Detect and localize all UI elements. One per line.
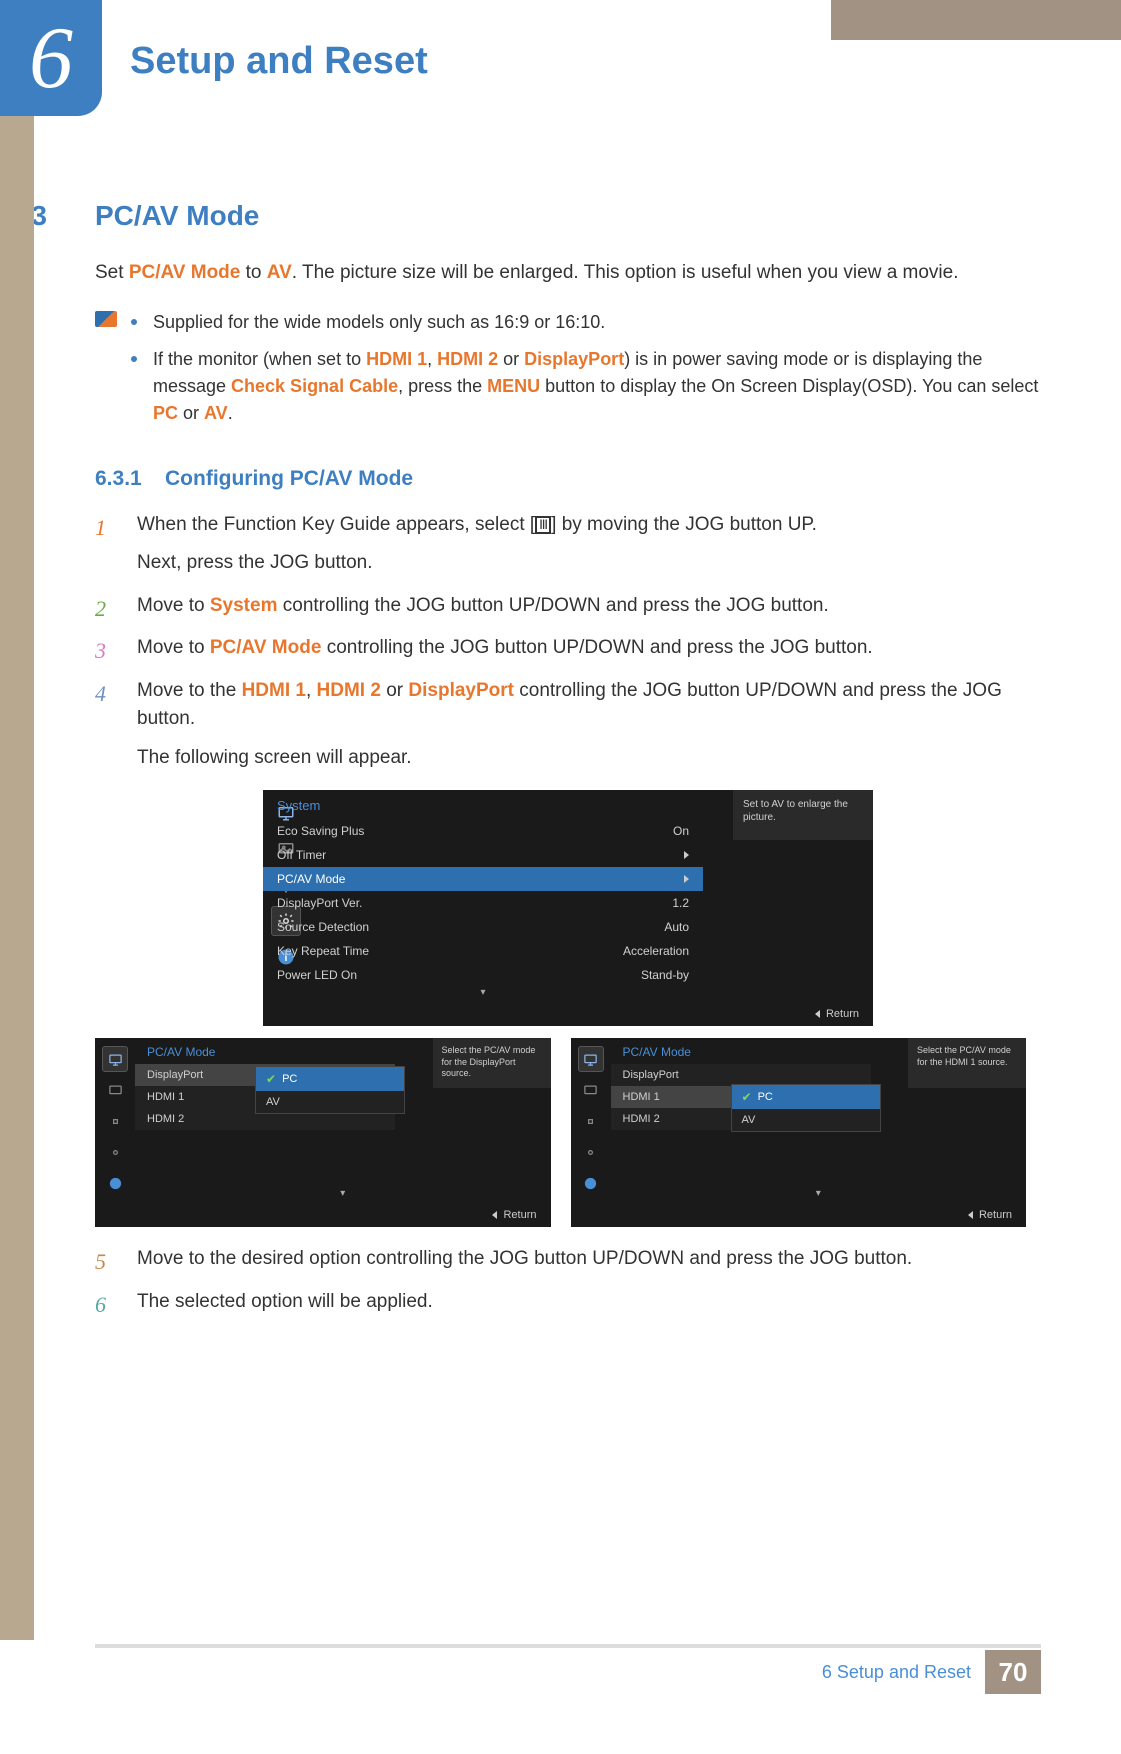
step-number: 5	[95, 1245, 106, 1278]
gear-icon	[102, 1139, 128, 1165]
osd-row-label: Off Timer	[277, 848, 326, 862]
osd-pcav-displayport: PC/AV Mode DisplayPortHDMI 1HDMI 2 ✔PCAV…	[95, 1038, 551, 1227]
osd-row-value: Auto	[664, 920, 689, 934]
note-list: Supplied for the wide models only such a…	[125, 309, 1041, 437]
steps-list: 1 When the Function Key Guide appears, s…	[95, 511, 1041, 773]
display-icon	[102, 1108, 128, 1134]
step-number: 4	[95, 677, 106, 710]
osd-footer: Return	[263, 1002, 873, 1026]
chapter-number: 6	[29, 8, 73, 109]
osd-option-item: AV	[732, 1109, 880, 1131]
subsection-number: 6.3.1	[95, 467, 165, 491]
step-item: 6 The selected option will be applied.	[95, 1288, 1041, 1317]
osd-row-value: Acceleration	[623, 944, 689, 958]
osd-row: Source Detection Auto	[263, 915, 703, 939]
osd-row-value: On	[673, 824, 689, 838]
triangle-left-icon	[815, 1010, 820, 1018]
note-block: Supplied for the wide models only such a…	[95, 309, 1041, 437]
left-tan-strip	[0, 0, 34, 1640]
osd-row: Power LED On Stand-by	[263, 963, 703, 987]
osd-help-text: Set to AV to enlarge the picture.	[733, 790, 873, 840]
osd-help-text: Select the PC/AV mode for the DisplayPor…	[433, 1038, 551, 1088]
steps-list-cont: 5 Move to the desired option controlling…	[95, 1245, 1041, 1316]
subsection-heading: 6.3.1 Configuring PC/AV Mode	[95, 467, 1041, 491]
osd-title: System	[263, 790, 703, 819]
step-item: 2 Move to System controlling the JOG but…	[95, 592, 1041, 621]
osd-sidebar	[95, 1046, 135, 1201]
osd-source-item: DisplayPort	[611, 1064, 871, 1086]
monitor-icon	[578, 1046, 604, 1072]
section-title: PC/AV Mode	[95, 200, 259, 232]
step-item: 4 Move to the HDMI 1, HDMI 2 or DisplayP…	[95, 677, 1041, 773]
page-footer: 6 Setup and Reset 70	[0, 1644, 1121, 1694]
osd-option-item: ✔PC	[732, 1085, 880, 1109]
picture-icon	[102, 1077, 128, 1103]
monitor-icon	[102, 1046, 128, 1072]
osd-footer: Return	[571, 1203, 1027, 1227]
osd-row: PC/AV Mode	[263, 867, 703, 891]
step-number: 3	[95, 634, 106, 667]
menu-icon: Ⅲ	[535, 516, 551, 534]
osd-row-value	[684, 872, 689, 886]
chevron-down-icon: ▾	[611, 1188, 1027, 1203]
osd-row-label: Eco Saving Plus	[277, 824, 364, 838]
step-item: 5 Move to the desired option controlling…	[95, 1245, 1041, 1274]
info-icon	[578, 1170, 604, 1196]
osd-row-value	[684, 848, 689, 862]
display-icon	[578, 1108, 604, 1134]
osd-row-value: 1.2	[672, 896, 689, 910]
osd-help-text: Select the PC/AV mode for the HDMI 1 sou…	[908, 1038, 1026, 1088]
step-number: 2	[95, 592, 106, 625]
note-icon	[95, 309, 125, 437]
step-item: 1 When the Function Key Guide appears, s…	[95, 511, 1041, 578]
osd-row-label: Key Repeat Time	[277, 944, 369, 958]
intro-paragraph: Set PC/AV Mode to AV. The picture size w…	[95, 260, 1041, 287]
step-item: 3 Move to PC/AV Mode controlling the JOG…	[95, 634, 1041, 663]
triangle-left-icon	[968, 1211, 973, 1219]
osd-footer: Return	[95, 1203, 551, 1227]
check-icon: ✔	[266, 1072, 276, 1086]
osd-row: Eco Saving Plus On	[263, 819, 703, 843]
osd-option-item: AV	[256, 1091, 404, 1113]
note-item: Supplied for the wide models only such a…	[125, 309, 1041, 336]
info-icon	[102, 1170, 128, 1196]
osd-option-item: ✔PC	[256, 1067, 404, 1091]
osd-title: PC/AV Mode	[135, 1038, 395, 1064]
note-item: If the monitor (when set to HDMI 1, HDMI…	[125, 346, 1041, 427]
triangle-left-icon	[492, 1211, 497, 1219]
osd-row-value: Stand-by	[641, 968, 689, 982]
chevron-down-icon: ▾	[263, 987, 703, 1002]
footer-chapter: 6 Setup and Reset	[822, 1662, 971, 1683]
section-heading: 6.3 PC/AV Mode	[0, 200, 1121, 232]
check-icon: ✔	[742, 1090, 752, 1104]
osd-row: Off Timer	[263, 843, 703, 867]
step-number: 6	[95, 1288, 106, 1321]
triangle-right-icon	[684, 851, 689, 859]
gear-icon	[578, 1139, 604, 1165]
osd-row-label: Power LED On	[277, 968, 357, 982]
osd-title: PC/AV Mode	[611, 1038, 871, 1064]
header: 6 Setup and Reset	[0, 0, 1121, 116]
subsection-title: Configuring PC/AV Mode	[165, 467, 413, 491]
osd-system-menu: i System Eco Saving PlusOnOff TimerPC/AV…	[263, 790, 873, 1026]
osd-pcav-hdmi1: PC/AV Mode DisplayPortHDMI 1HDMI 2 ✔PCAV…	[571, 1038, 1027, 1227]
chapter-tab: 6	[0, 0, 102, 116]
osd-sidebar	[571, 1046, 611, 1201]
step-number: 1	[95, 511, 106, 544]
page-number: 70	[985, 1650, 1041, 1694]
osd-row: Key Repeat Time Acceleration	[263, 939, 703, 963]
osd-row-label: Source Detection	[277, 920, 369, 934]
osd-row-label: PC/AV Mode	[277, 872, 345, 886]
chapter-title: Setup and Reset	[130, 40, 428, 83]
triangle-right-icon	[684, 875, 689, 883]
osd-row-label: DisplayPort Ver.	[277, 896, 362, 910]
chevron-down-icon: ▾	[135, 1188, 551, 1203]
header-brown-bar	[831, 0, 1121, 40]
osd-row: DisplayPort Ver. 1.2	[263, 891, 703, 915]
picture-icon	[578, 1077, 604, 1103]
